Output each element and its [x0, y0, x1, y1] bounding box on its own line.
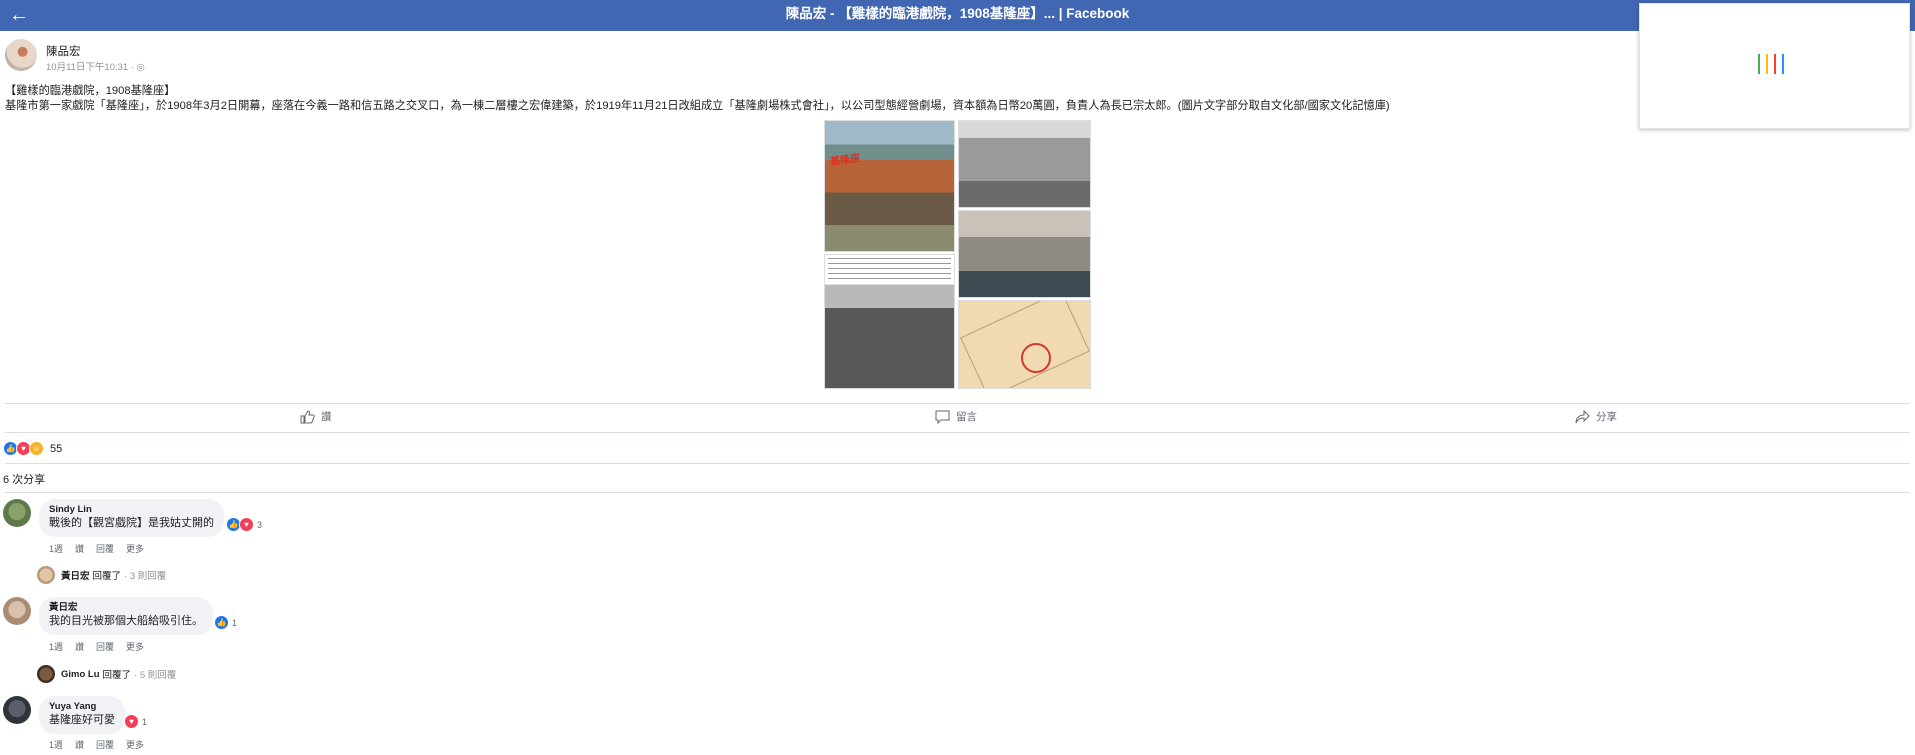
comment-reply-link[interactable]: 回覆: [96, 642, 114, 652]
share-arrow-icon: [1575, 409, 1590, 423]
divider: [5, 403, 1910, 404]
comment-bubble: Yuya Yang 基隆座好可愛: [39, 696, 125, 734]
like-label: 讚: [321, 411, 332, 423]
share-button[interactable]: 分享: [1575, 409, 1617, 424]
comment-time[interactable]: 1週: [49, 544, 63, 554]
photo-harbor-colored[interactable]: 基隆座: [824, 120, 955, 252]
comment-actions: 1週 讚 回覆 更多: [49, 640, 156, 653]
divider: [5, 432, 1910, 433]
comment-text: 戰後的【觀宮戲院】是我姑丈開的: [49, 517, 214, 529]
comment-bubble: 黃日宏 我的目光被那個大船給吸引住。: [39, 597, 213, 635]
loading-bar: [1766, 54, 1768, 74]
reply-count: · 5 則回覆: [134, 670, 177, 681]
reply-count: · 3 則回覆: [124, 571, 167, 582]
comment-more-link[interactable]: 更多: [126, 642, 144, 652]
comment-text: 我的目光被那個大船給吸引住。: [49, 615, 203, 627]
love-reaction-icon: ♥: [124, 714, 139, 729]
commenter-avatar[interactable]: [3, 597, 31, 625]
globe-icon: ◎: [136, 62, 145, 73]
page-title: 陳品宏 - 【雞樣的臨港戲院，1908基隆座】... | Facebook: [785, 6, 1130, 21]
reply-label: 回覆了: [92, 571, 122, 582]
comment-like-link[interactable]: 讚: [75, 740, 84, 750]
loading-bar: [1774, 54, 1776, 74]
wow-reaction-icon: ☺: [29, 441, 44, 456]
photo-theater-facade[interactable]: [958, 120, 1091, 208]
commenter-avatar[interactable]: [3, 499, 31, 527]
comment-icon: [935, 410, 950, 424]
loading-bar: [1782, 54, 1784, 74]
post-actions: 讚 留言 分享: [0, 405, 1915, 429]
reply-label: 回覆了: [102, 670, 132, 681]
photo-tag-label: 基隆座: [829, 152, 861, 169]
commenter-name[interactable]: 黃日宏: [49, 602, 203, 614]
post-text-line: 基隆市第一家戲院「基隆座」，於1908年3月2日開幕，座落在今義一路和信五路之交…: [5, 100, 1390, 112]
commenter-name[interactable]: Sindy Lin: [49, 504, 214, 516]
photo-old-map[interactable]: [958, 300, 1091, 389]
reaction-summary[interactable]: 👍 ♥ ☺ 55: [3, 441, 62, 456]
comment-time[interactable]: 1週: [49, 740, 63, 750]
share-count[interactable]: 6 次分享: [3, 471, 45, 487]
comment-text: 基隆座好可愛: [49, 714, 115, 726]
comment-actions: 1週 讚 回覆 更多: [49, 542, 156, 555]
comment-more-link[interactable]: 更多: [126, 544, 144, 554]
map-road: [960, 301, 1090, 388]
loading-bar: [1758, 54, 1760, 74]
post-text: 【雞樣的臨港戲院，1908基隆座】 基隆市第一家戲院「基隆座」，於1908年3月…: [5, 84, 1390, 114]
timestamp-text: 10月11日下午10:31 ·: [46, 62, 137, 73]
comment-reactions[interactable]: ♥ 1: [124, 714, 147, 729]
comment-like-link[interactable]: 讚: [75, 642, 84, 652]
love-reaction-icon: ♥: [239, 517, 254, 532]
clipping-text-lines: [828, 258, 951, 280]
replier-name: Gimo Lu: [61, 668, 100, 680]
comment-reactions[interactable]: 👍 ♥ 3: [226, 517, 262, 532]
replier-avatar: [37, 665, 55, 683]
view-replies[interactable]: 黃日宏 回覆了 · 3 則回覆: [37, 566, 166, 584]
replier-avatar: [37, 566, 55, 584]
divider: [5, 492, 1910, 493]
comment-time[interactable]: 1週: [49, 642, 63, 652]
comment-bubble: Sindy Lin 戰後的【觀宮戲院】是我姑丈開的: [39, 499, 224, 537]
like-button[interactable]: 讚: [300, 409, 332, 424]
comment-more-link[interactable]: 更多: [126, 740, 144, 750]
comment-actions: 1週 讚 回覆 更多: [49, 738, 156, 751]
like-reaction-icon: 👍: [214, 615, 229, 630]
author-avatar[interactable]: [5, 39, 37, 71]
post-text-line: 【雞樣的臨港戲院，1908基隆座】: [5, 85, 176, 97]
comment-like-link[interactable]: 讚: [75, 544, 84, 554]
comment-reaction-count: 1: [232, 617, 238, 628]
replier-name: 黃日宏: [61, 571, 90, 582]
loading-spinner-icon: [1758, 54, 1790, 79]
author-name[interactable]: 陳品宏: [46, 43, 81, 59]
commenter-name[interactable]: Yuya Yang: [49, 701, 115, 713]
share-label: 分享: [1596, 411, 1617, 423]
comment-reactions[interactable]: 👍 1: [214, 615, 237, 630]
photo-grid: 基隆座: [824, 120, 1091, 389]
view-replies[interactable]: Gimo Lu 回覆了 · 5 則回覆: [37, 665, 176, 683]
divider: [5, 463, 1910, 464]
map-circle-marker: [1021, 343, 1051, 373]
reaction-count: 55: [50, 442, 63, 455]
thumbs-up-icon: [300, 409, 315, 423]
comment-reply-link[interactable]: 回覆: [96, 544, 114, 554]
comment-button[interactable]: 留言: [935, 409, 977, 424]
photo-newspaper-clipping[interactable]: [824, 254, 955, 389]
comment-label: 留言: [956, 411, 977, 423]
comment-reaction-count: 1: [142, 716, 148, 727]
commenter-avatar[interactable]: [3, 696, 31, 724]
photo-modern-building[interactable]: [958, 210, 1091, 298]
comment-reply-link[interactable]: 回覆: [96, 740, 114, 750]
top-bar: ← 陳品宏 - 【雞樣的臨港戲院，1908基隆座】... | Facebook: [0, 0, 1915, 31]
loading-panel: [1639, 3, 1910, 129]
post-timestamp[interactable]: 10月11日下午10:31 · ◎: [46, 59, 145, 73]
comment-reaction-count: 3: [257, 519, 263, 530]
